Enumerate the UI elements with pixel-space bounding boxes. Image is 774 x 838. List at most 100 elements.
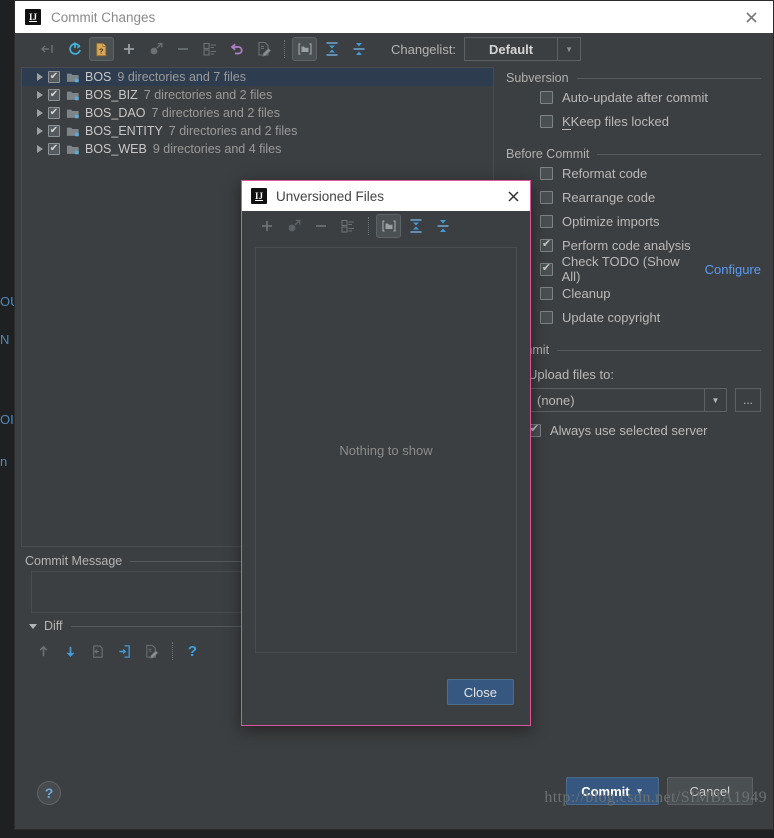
- expand-triangle-icon[interactable]: [32, 91, 48, 99]
- move-to-changelist-icon[interactable]: [143, 37, 168, 61]
- collapse-all-icon[interactable]: [430, 214, 455, 238]
- add-icon[interactable]: [116, 37, 141, 61]
- upload-server-combobox[interactable]: (none) ▼ ...: [528, 388, 761, 412]
- close-icon[interactable]: [729, 1, 773, 33]
- group-by-directory-icon[interactable]: [376, 214, 401, 238]
- chevron-down-icon[interactable]: [29, 623, 37, 629]
- remove-icon[interactable]: [308, 214, 333, 238]
- group-by-directory-icon[interactable]: [292, 37, 317, 61]
- refresh-icon[interactable]: [62, 37, 87, 61]
- show-diff-icon[interactable]: [35, 37, 60, 61]
- expand-triangle-icon[interactable]: [32, 145, 48, 153]
- commit-section-header: Commit: [506, 343, 761, 357]
- revert-chunk-icon[interactable]: [85, 639, 110, 663]
- folder-icon: [66, 71, 80, 84]
- close-icon[interactable]: [496, 181, 530, 211]
- expand-all-icon[interactable]: [319, 37, 344, 61]
- next-difference-icon[interactable]: [58, 639, 83, 663]
- checkbox-box[interactable]: ✔: [540, 262, 553, 276]
- checkbox-label: KKeep files locked: [562, 113, 669, 130]
- table-row[interactable]: ✔ BOS_WEB 9 directories and 4 files: [22, 140, 493, 158]
- file-name: BOS_WEB: [85, 142, 147, 156]
- changelist-label-text: Changelist:: [391, 41, 457, 57]
- checkbox-keep-files-locked[interactable]: KKeep files locked: [540, 109, 761, 133]
- before-commit-section-header: Before Commit: [506, 147, 761, 161]
- remove-icon[interactable]: [170, 37, 195, 61]
- unversioned-files-icon[interactable]: ?: [89, 37, 114, 61]
- chevron-down-icon[interactable]: ▼: [557, 38, 580, 60]
- table-row[interactable]: ✔ BOS 9 directories and 7 files: [22, 68, 493, 86]
- checkbox-box[interactable]: [540, 114, 553, 128]
- expand-all-icon[interactable]: [403, 214, 428, 238]
- configure-link[interactable]: Configure: [705, 262, 761, 277]
- checkbox-list-icon[interactable]: [335, 214, 360, 238]
- checkbox-reformat-code[interactable]: Reformat code: [540, 161, 761, 185]
- move-to-changelist-icon[interactable]: [281, 214, 306, 238]
- checkbox-check-todo[interactable]: ✔ Check TODO (Show All) Configure: [540, 254, 761, 284]
- checkbox-box[interactable]: [540, 310, 553, 324]
- checkbox-cleanup[interactable]: Cleanup: [540, 281, 761, 305]
- folder-icon: [66, 89, 80, 102]
- table-row[interactable]: ✔ BOS_BIZ 7 directories and 2 files: [22, 86, 493, 104]
- help-icon[interactable]: ?: [180, 639, 205, 663]
- unversioned-files-list[interactable]: Nothing to show: [255, 247, 517, 653]
- apply-chunk-icon[interactable]: [112, 639, 137, 663]
- browse-button[interactable]: ...: [735, 388, 761, 412]
- checkbox-box[interactable]: [540, 166, 553, 180]
- row-checkbox[interactable]: ✔: [48, 71, 60, 83]
- checkbox-box[interactable]: [540, 90, 553, 104]
- checkbox-box[interactable]: [540, 286, 553, 300]
- previous-difference-icon[interactable]: [31, 639, 56, 663]
- expand-triangle-icon[interactable]: [32, 109, 48, 117]
- toolbar-separator: [284, 40, 286, 58]
- help-icon[interactable]: ?: [37, 781, 61, 805]
- checkbox-rearrange-code[interactable]: Rearrange code: [540, 185, 761, 209]
- checkbox-box[interactable]: [540, 190, 553, 204]
- checkbox-box[interactable]: [540, 214, 553, 228]
- checkbox-list-icon[interactable]: [197, 37, 222, 61]
- window-titlebar: IJ Commit Changes: [15, 1, 773, 33]
- checkbox-always-use-selected-server[interactable]: ✔ Always use selected server: [528, 418, 761, 442]
- table-row[interactable]: ✔ BOS_DAO 7 directories and 2 files: [22, 104, 493, 122]
- diff-toolbar: ?: [31, 639, 207, 663]
- expand-triangle-icon[interactable]: [32, 73, 48, 81]
- edit-source-icon[interactable]: [139, 639, 164, 663]
- edit-source-icon[interactable]: [251, 37, 276, 61]
- row-checkbox[interactable]: ✔: [48, 143, 60, 155]
- add-icon[interactable]: [254, 214, 279, 238]
- bleed-text-2: OI: [0, 412, 14, 427]
- checkbox-label: Cleanup: [562, 285, 611, 301]
- commit-toolbar: ? Changelist: Default ▼: [15, 33, 773, 65]
- file-name: BOS_BIZ: [85, 88, 138, 102]
- checkbox-update-copyright[interactable]: Update copyright: [540, 305, 761, 329]
- checkbox-label: Perform code analysis: [562, 237, 691, 253]
- dialog-toolbar: [242, 211, 530, 241]
- table-row[interactable]: ✔ BOS_ENTITY 7 directories and 2 files: [22, 122, 493, 140]
- chevron-down-icon[interactable]: ▼: [705, 388, 727, 412]
- divider: [597, 153, 761, 155]
- dialog-title: Unversioned Files: [276, 188, 385, 204]
- file-description: 9 directories and 4 files: [152, 142, 282, 156]
- checkbox-label: Update copyright: [562, 309, 661, 325]
- row-checkbox[interactable]: ✔: [48, 107, 60, 119]
- checkbox-label: Reformat code: [562, 165, 648, 181]
- expand-triangle-icon[interactable]: [32, 127, 48, 135]
- checkbox-label: Optimize imports: [562, 213, 660, 229]
- close-button[interactable]: Close: [446, 679, 514, 705]
- upload-server-value[interactable]: (none): [528, 388, 705, 412]
- diff-label: Diff: [44, 619, 63, 633]
- folder-icon: [66, 107, 80, 120]
- file-description: 7 directories and 2 files: [168, 124, 298, 138]
- file-description: 7 directories and 2 files: [143, 88, 273, 102]
- changelist-combobox[interactable]: Default ▼: [464, 37, 582, 61]
- intellij-idea-logo: IJ: [25, 9, 41, 25]
- collapse-all-icon[interactable]: [346, 37, 371, 61]
- revert-icon[interactable]: [224, 37, 249, 61]
- checkbox-box[interactable]: ✔: [540, 238, 553, 252]
- empty-state-text: Nothing to show: [339, 442, 433, 458]
- row-checkbox[interactable]: ✔: [48, 89, 60, 101]
- checkbox-auto-update-after-commit[interactable]: Auto-update after commit: [540, 85, 761, 109]
- checkbox-optimize-imports[interactable]: Optimize imports: [540, 209, 761, 233]
- row-checkbox[interactable]: ✔: [48, 125, 60, 137]
- dialog-footer: Close: [242, 659, 530, 725]
